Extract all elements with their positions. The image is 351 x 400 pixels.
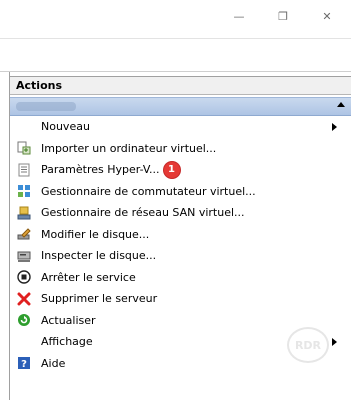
menu-item-edit-disk[interactable]: Modifier le disque... — [10, 224, 351, 246]
menu-item-stop-service[interactable]: Arrêter le service — [10, 267, 351, 289]
left-pane — [0, 72, 10, 400]
import-vm-icon — [17, 141, 31, 155]
collapse-arrow-icon[interactable] — [337, 102, 345, 107]
menu-item-label: Modifier le disque... — [41, 227, 150, 241]
step-badge: 1 — [163, 161, 180, 178]
refresh-icon — [17, 313, 31, 327]
watermark-logo: RDR — [287, 327, 329, 363]
close-button[interactable]: ✕ — [310, 0, 344, 32]
edit-disk-icon — [17, 227, 31, 241]
menu-item-label: Actualiser — [41, 313, 96, 327]
menu-item-import-vm[interactable]: Importer un ordinateur virtuel... — [10, 138, 351, 160]
toolbar — [0, 38, 351, 72]
server-group-header[interactable] — [10, 97, 351, 116]
blank-icon — [17, 120, 31, 134]
blank-icon — [17, 335, 31, 349]
menu-item-inspect-disk[interactable]: Inspecter le disque... — [10, 245, 351, 267]
delete-x-icon — [17, 292, 31, 306]
menu-item-label: Aide — [41, 356, 66, 370]
menu-item-label: Nouveau — [41, 120, 90, 134]
menu-item-nouveau[interactable]: Nouveau — [10, 116, 351, 138]
help-icon: ? — [17, 356, 31, 370]
menu-item-label: Affichage — [41, 335, 93, 349]
title-bar: — ❐ ✕ — [0, 0, 351, 38]
menu-item-label: Supprimer le serveur — [41, 292, 158, 306]
minimize-button[interactable]: — — [222, 0, 256, 32]
blurred-server-name — [16, 102, 76, 111]
actions-header: Actions — [10, 77, 351, 95]
menu-item-remove-server[interactable]: Supprimer le serveur — [10, 288, 351, 310]
network-switch-icon — [17, 184, 31, 198]
menu-item-label: Inspecter le disque... — [41, 249, 157, 263]
menu-item-label: Gestionnaire de commutateur virtuel... — [41, 184, 256, 198]
menu-item-hyperv-settings[interactable]: Paramètres Hyper-V... 1 — [10, 159, 351, 181]
menu-item-virtual-san-manager[interactable]: Gestionnaire de réseau SAN virtuel... — [10, 202, 351, 224]
restore-button[interactable]: ❐ — [266, 0, 300, 32]
menu-item-label: Importer un ordinateur virtuel... — [41, 141, 217, 155]
submenu-arrow-icon — [332, 123, 337, 131]
menu-item-label: Paramètres Hyper-V... — [41, 163, 160, 177]
menu-item-virtual-switch-manager[interactable]: Gestionnaire de commutateur virtuel... — [10, 181, 351, 203]
menu-item-label: Gestionnaire de réseau SAN virtuel... — [41, 206, 245, 220]
svg-text:?: ? — [21, 359, 27, 370]
settings-doc-icon — [17, 163, 31, 177]
menu-item-label: Arrêter le service — [41, 270, 136, 284]
san-icon — [17, 206, 31, 220]
inspect-disk-icon — [17, 249, 31, 263]
stop-icon — [17, 270, 31, 284]
submenu-arrow-icon — [332, 338, 337, 346]
